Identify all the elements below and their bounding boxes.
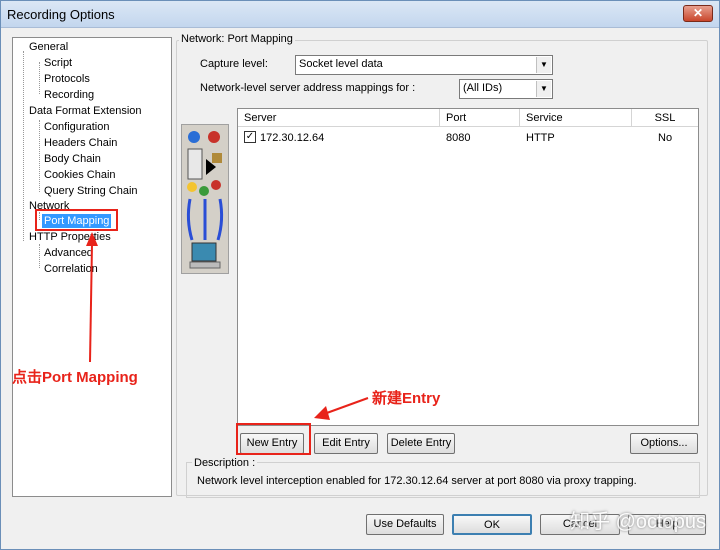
arrow-head-icon xyxy=(314,406,330,420)
annotation-new-entry: 新建Entry xyxy=(372,390,441,407)
arrow-up-icon xyxy=(89,243,93,363)
arrow-head-icon xyxy=(86,232,98,246)
annotation-arrows xyxy=(86,232,369,420)
arrow-left-icon xyxy=(323,397,369,415)
watermark: 知乎 @octopus xyxy=(570,511,706,533)
annotation-click-port-mapping: 点击Port Mapping xyxy=(12,369,138,386)
